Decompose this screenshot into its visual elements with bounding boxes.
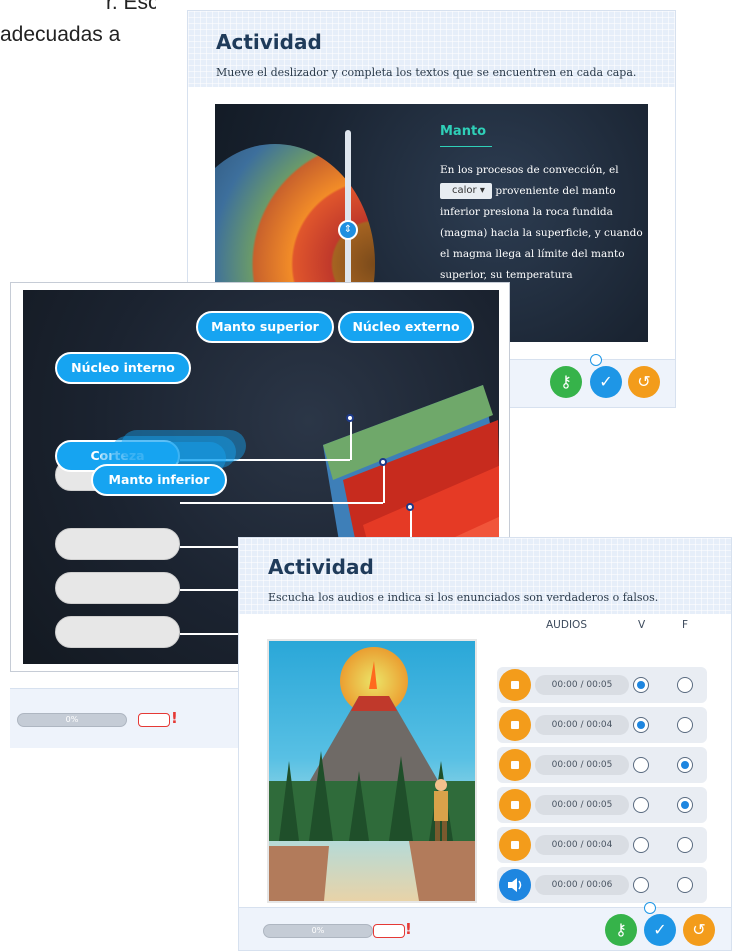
- radio-false[interactable]: [677, 677, 693, 693]
- layer-text-before: En los procesos de convección, el: [440, 164, 619, 176]
- drop-slot[interactable]: [55, 572, 180, 604]
- column-header-audios: AUDIOS: [546, 619, 587, 631]
- activity-title: Actividad: [268, 555, 374, 579]
- audio-time: 00:00 / 00:05: [535, 755, 629, 775]
- reset-icon[interactable]: ↺: [628, 366, 660, 398]
- activity-title: Actividad: [216, 30, 322, 54]
- radio-true[interactable]: [633, 757, 649, 773]
- key-icon[interactable]: ⚷: [550, 366, 582, 398]
- activity-instructions: Escucha los audios e indica si los enunc…: [268, 591, 659, 604]
- layer-marker: [379, 458, 387, 466]
- volcano-image: [267, 639, 477, 903]
- label-nucleo-externo[interactable]: Núcleo externo: [338, 311, 474, 343]
- stop-icon: [511, 721, 519, 729]
- layer-title-underline: [440, 146, 492, 147]
- background-text-line2: adecuadas a: [0, 23, 121, 46]
- label-manto-inferior[interactable]: Manto inferior: [91, 464, 227, 496]
- column-header-false: F: [682, 619, 689, 631]
- audio-row: 00:00 / 00:06: [497, 867, 707, 903]
- background-text-line1: r. Escuche: [106, 0, 156, 14]
- drop-slot[interactable]: [55, 528, 180, 560]
- audio-row: 00:00 / 00:04: [497, 707, 707, 743]
- audio-row: 00:00 / 00:05: [497, 747, 707, 783]
- fill-in-dropdown[interactable]: calor ▾: [440, 183, 492, 199]
- stop-button[interactable]: [499, 669, 531, 701]
- check-tooltip-bubble: [644, 902, 656, 914]
- stop-button[interactable]: [499, 829, 531, 861]
- label-nucleo-interno[interactable]: Núcleo interno: [55, 352, 191, 384]
- activity-header: Actividad Escucha los audios e indica si…: [239, 538, 731, 614]
- check-answer-icon[interactable]: ✓: [590, 366, 622, 398]
- alert-badge: [373, 924, 405, 938]
- leader-line: [180, 502, 383, 504]
- layer-marker: [406, 503, 414, 511]
- radio-false[interactable]: [677, 717, 693, 733]
- leader-line: [383, 462, 385, 503]
- audio-time: 00:00 / 00:06: [535, 875, 629, 895]
- radio-true[interactable]: [633, 837, 649, 853]
- audio-time: 00:00 / 00:04: [535, 835, 629, 855]
- key-icon[interactable]: ⚷: [605, 914, 637, 946]
- audio-row: 00:00 / 00:04: [497, 827, 707, 863]
- reset-icon[interactable]: ↺: [683, 914, 715, 946]
- stop-button[interactable]: [499, 749, 531, 781]
- layer-title: Manto: [440, 124, 487, 139]
- radio-false[interactable]: [677, 797, 693, 813]
- radio-false[interactable]: [677, 757, 693, 773]
- progress-bar: 0%: [17, 713, 127, 727]
- background-text: r. Escuche adecuadas a: [0, 0, 156, 60]
- speaker-icon: [508, 878, 522, 892]
- audio-time: 00:00 / 00:04: [535, 715, 629, 735]
- radio-false[interactable]: [677, 877, 693, 893]
- audio-row: 00:00 / 00:05: [497, 787, 707, 823]
- progress-bar: 0%: [263, 924, 373, 938]
- stop-icon: [511, 801, 519, 809]
- radio-false[interactable]: [677, 837, 693, 853]
- layer-text-after: proveniente del manto inferior presiona …: [440, 185, 643, 281]
- check-tooltip-bubble: [590, 354, 602, 366]
- activity-footer: 0% ! ⚷ ✓ ↺: [239, 902, 731, 950]
- column-header-true: V: [638, 619, 646, 631]
- audio-row: 00:00 / 00:05: [497, 667, 707, 703]
- radio-true[interactable]: [633, 877, 649, 893]
- stop-icon: [511, 841, 519, 849]
- radio-true[interactable]: [633, 797, 649, 813]
- radio-true[interactable]: [633, 677, 649, 693]
- alert-icon: !: [405, 920, 412, 938]
- leader-line: [350, 418, 352, 460]
- check-answer-icon[interactable]: ✓: [644, 914, 676, 946]
- stop-button[interactable]: [499, 789, 531, 821]
- activity-panel-audio: Actividad Escucha los audios e indica si…: [238, 537, 732, 951]
- layer-description: En los procesos de convección, el calor …: [440, 160, 645, 286]
- play-button[interactable]: [499, 869, 531, 901]
- activity-header: Actividad Mueve el deslizador y completa…: [188, 11, 675, 87]
- layer-marker: [346, 414, 354, 422]
- radio-true[interactable]: [633, 717, 649, 733]
- label-manto-superior[interactable]: Manto superior: [196, 311, 334, 343]
- dropdown-value: calor: [452, 185, 477, 196]
- stop-button[interactable]: [499, 709, 531, 741]
- labels-footer: 0% !: [10, 688, 250, 748]
- alert-badge: [138, 713, 170, 727]
- drop-slot[interactable]: [55, 616, 180, 648]
- audio-time: 00:00 / 00:05: [535, 795, 629, 815]
- activity-instructions: Mueve el deslizador y completa los texto…: [216, 66, 637, 79]
- stop-icon: [511, 681, 519, 689]
- alert-icon: !: [171, 709, 178, 727]
- layer-slider-handle[interactable]: ⇕: [338, 220, 358, 240]
- stop-icon: [511, 761, 519, 769]
- audio-time: 00:00 / 00:05: [535, 675, 629, 695]
